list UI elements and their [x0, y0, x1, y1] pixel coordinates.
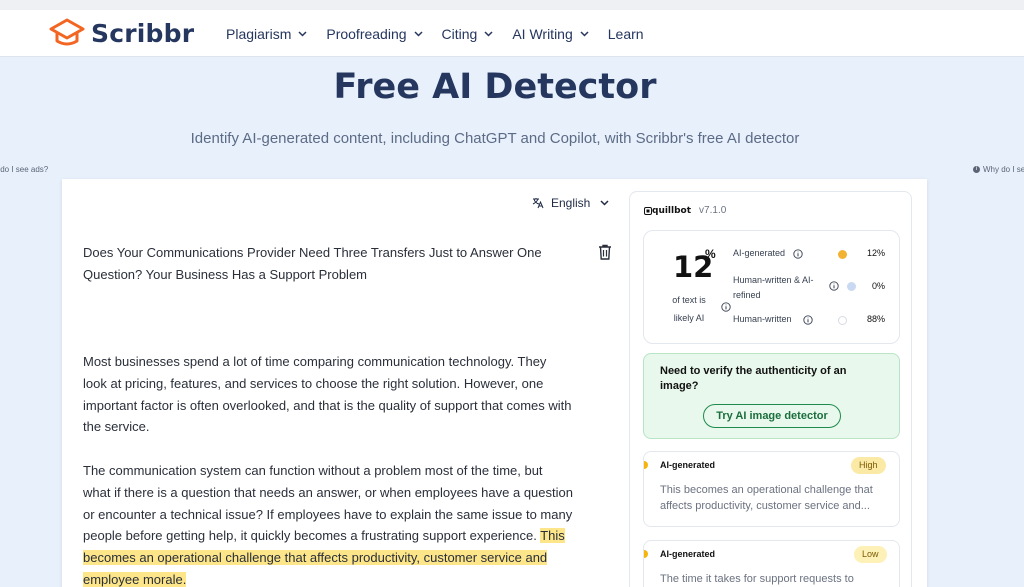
translate-icon [532, 198, 544, 209]
nav-citing[interactable]: Citing [442, 26, 494, 42]
row-human-written-label: Human-written [733, 314, 792, 324]
provider-name: quillbot [652, 205, 692, 216]
trash-icon[interactable] [598, 244, 612, 260]
ai-score-unit: % [705, 247, 716, 261]
why-ads-left-label: y do I see ads? [0, 165, 49, 174]
ai-refined-percent: 0% [871, 281, 885, 291]
scribbr-logo[interactable]: Scribbr [49, 18, 194, 48]
finding-card-low[interactable]: AI-generated Low The time it takes for s… [643, 540, 900, 587]
row-ai-generated-label: AI-generated [733, 248, 786, 258]
provider-badge: quillbot v7.1.0 [644, 205, 726, 216]
finding-label: AI-generated [660, 549, 716, 559]
severity-badge-low: Low [854, 546, 887, 563]
finding-snippet: The time it takes for support requests t… [660, 573, 854, 585]
nav-proofreading-label: Proofreading [326, 25, 407, 42]
chevron-down-icon [580, 30, 589, 37]
human-written-dot [838, 316, 847, 325]
score-summary: 12 % of text is likely AI AI-generated 1… [643, 230, 900, 344]
nav-plagiarism-label: Plagiarism [226, 25, 292, 42]
severity-badge-high: High [851, 457, 886, 474]
browser-top-strip [0, 0, 1024, 10]
image-detector-promo: Need to verify the authenticity of an im… [643, 353, 900, 439]
info-icon[interactable] [793, 249, 803, 259]
human-written-percent: 88% [866, 314, 885, 324]
nav-citing-label: Citing [441, 25, 478, 42]
language-selector[interactable]: English [532, 196, 609, 210]
row-ai-refined-label: Human-written & AI-refined [733, 275, 814, 300]
finding-card-high[interactable]: AI-generated High This becomes an operat… [643, 451, 900, 527]
severity-marker [644, 550, 648, 558]
score-caption: of text is likely AI [672, 295, 706, 323]
page-title: Free AI Detector [333, 67, 657, 107]
brand-name: Scribbr [91, 18, 195, 48]
paragraph-1[interactable]: Most businesses spend a lot of time comp… [83, 351, 573, 438]
ai-generated-percent: 12% [866, 248, 885, 258]
why-ads-link-left[interactable]: y do I see ads? [0, 165, 48, 174]
site-header: Scribbr Plagiarism Proofreading Citing A… [0, 10, 1024, 57]
nav-plagiarism[interactable]: Plagiarism [226, 26, 307, 42]
chevron-down-icon [414, 30, 423, 37]
paragraph-2[interactable]: The communication system can function wi… [83, 460, 573, 587]
nav-learn-label: Learn [607, 25, 644, 42]
detector-card: English Does Your Communications Provide… [62, 179, 927, 587]
why-ads-right-label: Why do I se [983, 165, 1024, 174]
main-nav: Plagiarism Proofreading Citing AI Writin… [226, 10, 663, 57]
language-label: English [551, 196, 591, 210]
info-icon[interactable] [829, 281, 839, 291]
results-panel: quillbot v7.1.0 12 % of text is likely A… [629, 191, 912, 587]
chevron-down-icon [298, 30, 307, 37]
ai-generated-dot [838, 250, 847, 259]
quillbot-logo-icon [644, 206, 652, 215]
finding-label: AI-generated [660, 460, 716, 470]
info-icon: i [973, 166, 980, 173]
paragraph-2-text: The communication system can function wi… [83, 463, 573, 544]
info-icon[interactable] [721, 302, 731, 312]
nav-proofreading[interactable]: Proofreading [326, 25, 423, 42]
nav-learn[interactable]: Learn [608, 26, 644, 42]
why-ads-link-right[interactable]: i Why do I se [973, 165, 1024, 174]
document-title[interactable]: Does Your Communications Provider Need T… [83, 242, 583, 286]
page-subtitle: Identify AI-generated content, including… [190, 130, 800, 147]
severity-marker [644, 461, 648, 469]
finding-snippet: This becomes an operational challenge th… [660, 484, 873, 512]
info-icon[interactable] [803, 315, 813, 325]
chevron-down-icon [484, 30, 493, 37]
try-ai-image-detector-button[interactable]: Try AI image detector [703, 404, 841, 428]
graduation-cap-logo-icon [49, 18, 85, 46]
nav-ai-writing[interactable]: AI Writing [512, 25, 589, 42]
nav-ai-writing-label: AI Writing [512, 25, 573, 42]
chevron-down-icon [600, 200, 609, 206]
model-version: v7.1.0 [699, 205, 727, 216]
promo-text: Need to verify the authenticity of an im… [660, 365, 847, 392]
ai-refined-dot [847, 282, 856, 291]
